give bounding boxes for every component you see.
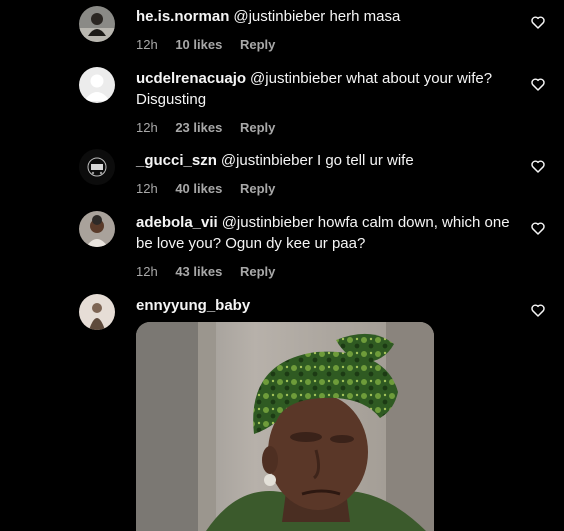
gif-image <box>136 322 434 531</box>
comment-time: 12h <box>136 181 158 196</box>
comment-likes[interactable]: 10 likes <box>175 37 222 52</box>
comment-text: _gucci_szn @justinbieber I go tell ur wif… <box>136 150 516 171</box>
avatar[interactable] <box>79 211 115 247</box>
heart-outline-icon[interactable] <box>530 76 546 92</box>
heart-outline-icon[interactable] <box>530 158 546 174</box>
heart-outline-icon[interactable] <box>530 14 546 30</box>
comment-likes[interactable]: 23 likes <box>175 120 222 135</box>
comment-likes[interactable]: 40 likes <box>175 181 222 196</box>
comment-meta: 12h 40 likes Reply <box>136 181 516 197</box>
comment-meta: 12h 43 likes Reply <box>136 264 516 280</box>
avatar[interactable] <box>79 6 115 42</box>
comment-likes[interactable]: 43 likes <box>175 264 222 279</box>
reply-button[interactable]: Reply <box>240 37 275 52</box>
comment-text: ucdelrenacuajo @justinbieber what about y… <box>136 68 516 110</box>
comment-text: he.is.norman @justinbieber herh masa <box>136 6 516 27</box>
comment-username[interactable]: ennyyung_baby <box>136 297 250 314</box>
reply-button[interactable]: Reply <box>240 264 275 279</box>
comment-text: adebola_vii @justinbieber howfa calm down… <box>136 212 516 254</box>
comment-time: 12h <box>136 264 158 279</box>
comment-body: @justinbieber herh masa <box>233 8 401 25</box>
comment-username[interactable]: ucdelrenacuajo <box>136 70 246 87</box>
comment-username[interactable]: he.is.norman <box>136 8 229 25</box>
avatar[interactable] <box>79 149 115 185</box>
avatar[interactable] <box>79 67 115 103</box>
gif-attachment[interactable] <box>136 322 434 531</box>
comment-body: @justinbieber I go tell ur wife <box>220 152 414 169</box>
comment-meta: 12h 10 likes Reply <box>136 37 516 53</box>
comment-text: ennyyung_baby <box>136 295 516 316</box>
reply-button[interactable]: Reply <box>240 120 275 135</box>
heart-outline-icon[interactable] <box>530 302 546 318</box>
comment-username[interactable]: adebola_vii <box>136 214 218 231</box>
heart-outline-icon[interactable] <box>530 220 546 236</box>
comment-time: 12h <box>136 37 158 52</box>
reply-button[interactable]: Reply <box>240 181 275 196</box>
comment-username[interactable]: _gucci_szn <box>136 152 217 169</box>
comment-meta: 12h 23 likes Reply <box>136 120 516 136</box>
avatar[interactable] <box>79 294 115 330</box>
comment-time: 12h <box>136 120 158 135</box>
